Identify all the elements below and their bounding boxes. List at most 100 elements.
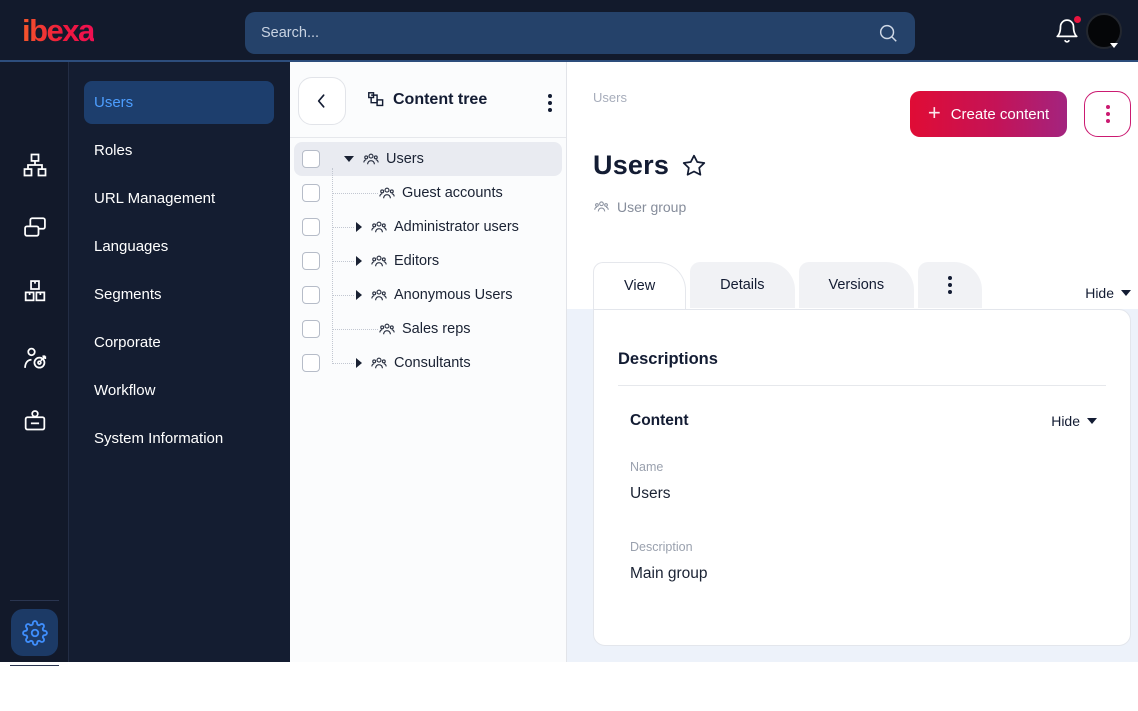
collapse-tree-button[interactable] xyxy=(298,77,346,125)
content-structure-icon[interactable] xyxy=(20,150,49,179)
sidebar-item-url-management[interactable]: URL Management xyxy=(84,177,274,220)
user-group-icon xyxy=(594,201,609,212)
tree-connector-line xyxy=(332,168,333,364)
chevron-left-icon xyxy=(317,94,325,108)
admin-sidebar: Users Roles URL Management Languages Seg… xyxy=(69,62,290,662)
tree-connector xyxy=(332,192,378,194)
user-group-icon xyxy=(378,184,396,202)
chevron-down-icon xyxy=(1110,43,1118,48)
sidebar-item-label: Languages xyxy=(94,238,169,255)
rail-divider xyxy=(10,665,59,666)
kebab-icon xyxy=(1105,105,1110,123)
global-search[interactable] xyxy=(245,12,915,54)
hide-label: Hide xyxy=(1051,413,1080,429)
content-tree-title: Content tree xyxy=(366,90,487,109)
user-group-icon xyxy=(370,286,388,304)
user-avatar[interactable] xyxy=(1086,13,1122,49)
sidebar-item-label: Users xyxy=(94,94,134,111)
sidebar-item-languages[interactable]: Languages xyxy=(84,225,274,268)
breadcrumb[interactable]: Users xyxy=(593,90,627,105)
sidebar-item-system-information[interactable]: System Information xyxy=(84,417,274,460)
sidebar-item-segments[interactable]: Segments xyxy=(84,273,274,316)
bookmarks-star-icon[interactable] xyxy=(20,682,49,711)
checkbox[interactable] xyxy=(302,184,320,202)
field-label-description: Description xyxy=(630,540,693,554)
bookmark-star-icon[interactable] xyxy=(681,153,707,179)
content-type-label: User group xyxy=(617,198,687,215)
sidebar-item-label: Corporate xyxy=(94,334,161,351)
descriptions-card: Descriptions Content Hide Name Users Des… xyxy=(593,309,1131,646)
user-group-icon xyxy=(370,218,388,236)
corporate-icon[interactable] xyxy=(20,406,49,435)
pages-icon[interactable] xyxy=(20,212,49,241)
tab-label: View xyxy=(624,278,656,294)
sidebar-item-label: Segments xyxy=(94,286,162,303)
checkbox[interactable] xyxy=(302,320,320,338)
page-title: Users xyxy=(593,150,707,181)
create-content-button[interactable]: + Create content xyxy=(910,91,1067,137)
tab-more-kebab[interactable] xyxy=(918,262,983,308)
sidebar-item-label: URL Management xyxy=(94,190,216,207)
kebab-icon xyxy=(948,276,953,294)
app-icon-rail xyxy=(0,62,69,707)
sidebar-item-workflow[interactable]: Workflow xyxy=(84,369,274,412)
personalization-icon[interactable] xyxy=(20,343,49,372)
products-icon[interactable] xyxy=(20,276,49,305)
tree-item-label: Consultants xyxy=(394,355,471,371)
expand-caret-icon[interactable] xyxy=(356,358,362,368)
checkbox[interactable] xyxy=(302,252,320,270)
ibexa-logo[interactable]: ibexa xyxy=(22,13,95,49)
hide-tabs-toggle[interactable]: Hide xyxy=(1085,285,1131,301)
checkbox[interactable] xyxy=(302,354,320,372)
user-group-icon xyxy=(370,252,388,270)
tree-item-label: Anonymous Users xyxy=(394,287,513,303)
sidebar-item-label: Workflow xyxy=(94,382,156,399)
user-group-icon xyxy=(378,320,396,338)
checkbox[interactable] xyxy=(302,218,320,236)
tab-label: Details xyxy=(720,277,765,293)
checkbox[interactable] xyxy=(302,150,320,168)
sidebar-item-roles[interactable]: Roles xyxy=(84,129,274,172)
tree-connector xyxy=(332,328,378,330)
tree-options-kebab-icon[interactable] xyxy=(548,94,552,112)
content-type-row: User group xyxy=(593,198,686,215)
topbar: ibexa xyxy=(0,0,1138,62)
search-input[interactable] xyxy=(245,25,877,41)
sidebar-item-users[interactable]: Users xyxy=(84,81,274,124)
tree-connector xyxy=(332,260,354,262)
notification-badge xyxy=(1073,15,1082,24)
tree-item-label: Guest accounts xyxy=(402,185,503,201)
tree-connector xyxy=(332,362,354,364)
main-content: Users + Create content Users User group … xyxy=(567,62,1138,662)
admin-settings-tile[interactable] xyxy=(11,609,58,656)
sidebar-item-corporate[interactable]: Corporate xyxy=(84,321,274,364)
tree-item-users[interactable]: Users xyxy=(294,142,562,176)
tab-versions[interactable]: Versions xyxy=(798,262,915,308)
tree-icon xyxy=(368,92,384,107)
checkbox[interactable] xyxy=(302,286,320,304)
tab-view[interactable]: View xyxy=(593,262,687,309)
caret-down-icon xyxy=(1087,418,1097,424)
field-value-description: Main group xyxy=(630,565,708,582)
search-icon[interactable] xyxy=(877,22,899,44)
tab-details[interactable]: Details xyxy=(690,262,795,308)
tree-item-label: Users xyxy=(386,151,424,167)
notifications-bell-icon[interactable] xyxy=(1054,15,1082,44)
tab-label: Versions xyxy=(828,277,885,293)
tab-bar: View Details Versions Hide xyxy=(593,262,1131,309)
content-tree-list: Users Guest accounts Administrator users xyxy=(290,142,566,380)
expand-caret-icon[interactable] xyxy=(356,290,362,300)
hide-content-toggle[interactable]: Hide xyxy=(1051,413,1097,429)
content-tree-panel: Content tree Users Guest accounts Admini… xyxy=(290,62,567,662)
page-title-text: Users xyxy=(593,150,670,180)
page-options-kebab-button[interactable] xyxy=(1084,91,1131,137)
expand-caret-icon[interactable] xyxy=(356,256,362,266)
hide-label: Hide xyxy=(1085,284,1114,301)
content-tree-header: Content tree xyxy=(290,62,566,138)
caret-down-icon xyxy=(1121,289,1131,296)
user-group-icon xyxy=(370,354,388,372)
expand-caret-icon[interactable] xyxy=(356,222,362,232)
rail-divider xyxy=(10,600,59,601)
collapse-caret-icon[interactable] xyxy=(344,156,354,162)
plus-icon: + xyxy=(927,100,941,125)
